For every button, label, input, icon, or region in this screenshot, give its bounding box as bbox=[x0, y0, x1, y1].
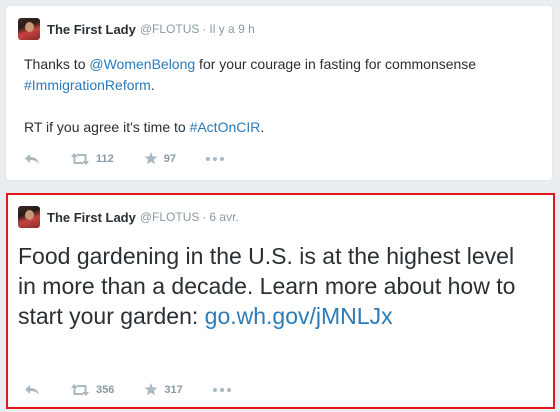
tweet-paragraph: RT if you agree it's time to #ActOnCIR. bbox=[24, 117, 534, 138]
text-fragment: Thanks to bbox=[24, 56, 90, 72]
retweet-button[interactable]: 356 bbox=[70, 383, 115, 396]
retweet-icon bbox=[71, 383, 89, 396]
retweet-count: 356 bbox=[96, 383, 115, 396]
user-handle[interactable]: @FLOTUS bbox=[140, 22, 200, 36]
avatar[interactable] bbox=[18, 18, 40, 40]
mention-link[interactable]: @WomenBelong bbox=[89, 56, 195, 72]
text-fragment: for your courage in fasting for commonse… bbox=[195, 56, 477, 72]
user-name[interactable]: The First Lady bbox=[47, 22, 136, 37]
hashtag-link[interactable]: #ActOnCIR bbox=[190, 119, 261, 135]
retweet-icon bbox=[71, 152, 89, 165]
reply-icon bbox=[25, 153, 39, 164]
separator: · bbox=[202, 210, 207, 224]
avatar[interactable] bbox=[18, 206, 40, 228]
tweet-header: The First Lady @FLOTUS · 6 avr. bbox=[18, 206, 239, 228]
reply-icon bbox=[25, 384, 39, 395]
favorite-star-icon bbox=[144, 383, 158, 396]
favorite-button[interactable]: 97 bbox=[144, 152, 176, 165]
tweet-text: Food gardening in the U.S. is at the hig… bbox=[18, 241, 538, 331]
favorite-count: 97 bbox=[163, 152, 176, 165]
separator: · bbox=[202, 22, 207, 36]
tweet-actions: 356 317 bbox=[24, 383, 261, 396]
more-dots-icon bbox=[206, 156, 224, 161]
favorite-count: 317 bbox=[164, 383, 183, 396]
favorite-star-icon bbox=[144, 152, 158, 165]
user-handle[interactable]: @FLOTUS bbox=[140, 210, 200, 224]
hashtag-link[interactable]: #ImmigrationReform bbox=[24, 77, 151, 93]
text-fragment: RT if you agree it's time to bbox=[24, 119, 190, 135]
tweet-card-highlighted[interactable]: The First Lady @FLOTUS · 6 avr. Food gar… bbox=[6, 193, 555, 409]
more-dots-icon bbox=[212, 387, 231, 392]
favorite-button[interactable]: 317 bbox=[144, 383, 183, 396]
more-button[interactable] bbox=[206, 156, 224, 161]
tweet-card[interactable]: The First Lady @FLOTUS · Il y a 9 h Than… bbox=[5, 5, 553, 181]
reply-button[interactable] bbox=[24, 153, 40, 165]
tweet-actions: 112 97 bbox=[24, 152, 254, 165]
more-button[interactable] bbox=[212, 387, 231, 392]
timestamp[interactable]: 6 avr. bbox=[209, 210, 238, 224]
retweet-button[interactable]: 112 bbox=[70, 152, 114, 165]
timestamp[interactable]: Il y a 9 h bbox=[209, 22, 254, 36]
reply-button[interactable] bbox=[24, 384, 40, 396]
text-fragment: . bbox=[150, 77, 155, 93]
url-link[interactable]: go.wh.gov/jMNLJx bbox=[205, 303, 393, 329]
retweet-count: 112 bbox=[96, 152, 114, 165]
user-name[interactable]: The First Lady bbox=[47, 210, 136, 225]
text-fragment: . bbox=[260, 119, 265, 135]
tweet-paragraph: Thanks to @WomenBelong for your courage … bbox=[24, 54, 534, 96]
tweet-text: Thanks to @WomenBelong for your courage … bbox=[24, 54, 534, 138]
tweet-header: The First Lady @FLOTUS · Il y a 9 h bbox=[18, 18, 255, 40]
